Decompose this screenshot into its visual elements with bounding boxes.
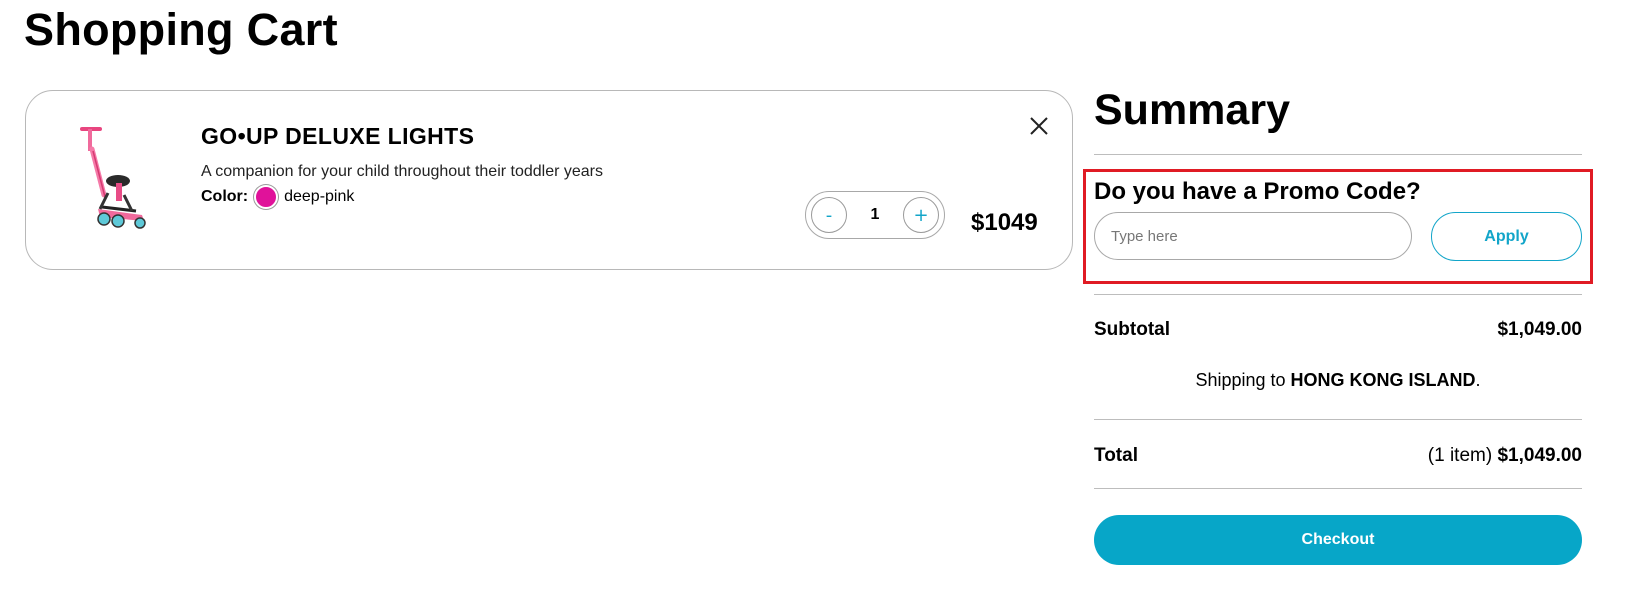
page-title: Shopping Cart [24,4,338,55]
decrement-button[interactable]: - [811,197,847,233]
color-swatch [254,185,279,209]
promo-code-input[interactable] [1094,212,1412,260]
product-description: A companion for your child throughout th… [201,163,604,180]
color-label: Color: [201,188,249,205]
product-name[interactable]: GO•UP DELUXE LIGHTS [201,123,474,150]
shipping-region: HONG KONG ISLAND [1290,370,1476,390]
product-image[interactable] [78,123,168,233]
divider [1094,294,1582,295]
scooter-image [80,127,146,229]
checkout-button[interactable]: Checkout [1094,515,1582,565]
shipping-prefix: Shipping to [1195,370,1286,390]
divider [1094,419,1582,420]
cart-item-card: GO•UP DELUXE LIGHTS A companion for your… [25,90,1073,270]
total-value: (1 item) $1,049.00 [1428,445,1582,467]
item-price: $1049 [971,209,1038,236]
divider [1094,154,1582,155]
total-item-count: (1 item) [1427,445,1493,466]
apply-promo-button[interactable]: Apply [1431,212,1582,261]
divider [1094,488,1582,489]
quantity-stepper: - 1 + [805,191,945,239]
subtotal-value: $1,049.00 [1497,319,1582,340]
color-name: deep-pink [284,188,355,205]
summary-title: Summary [1094,86,1290,134]
increment-button[interactable]: + [903,197,939,233]
subtotal-row: Subtotal $1,049.00 [1094,319,1582,341]
close-icon [1030,117,1048,135]
product-color: Color: deep-pink [201,185,354,209]
promo-heading: Do you have a Promo Code? [1094,178,1421,205]
quantity-value: 1 [870,206,880,223]
shipping-info: Shipping to HONG KONG ISLAND. [1094,370,1582,391]
total-row: Total (1 item) $1,049.00 [1094,445,1582,467]
shipping-suffix: . [1475,370,1481,390]
total-amount: $1,049.00 [1497,445,1582,466]
remove-item-button[interactable] [1024,111,1054,141]
total-label: Total [1094,445,1138,466]
subtotal-label: Subtotal [1094,319,1170,340]
